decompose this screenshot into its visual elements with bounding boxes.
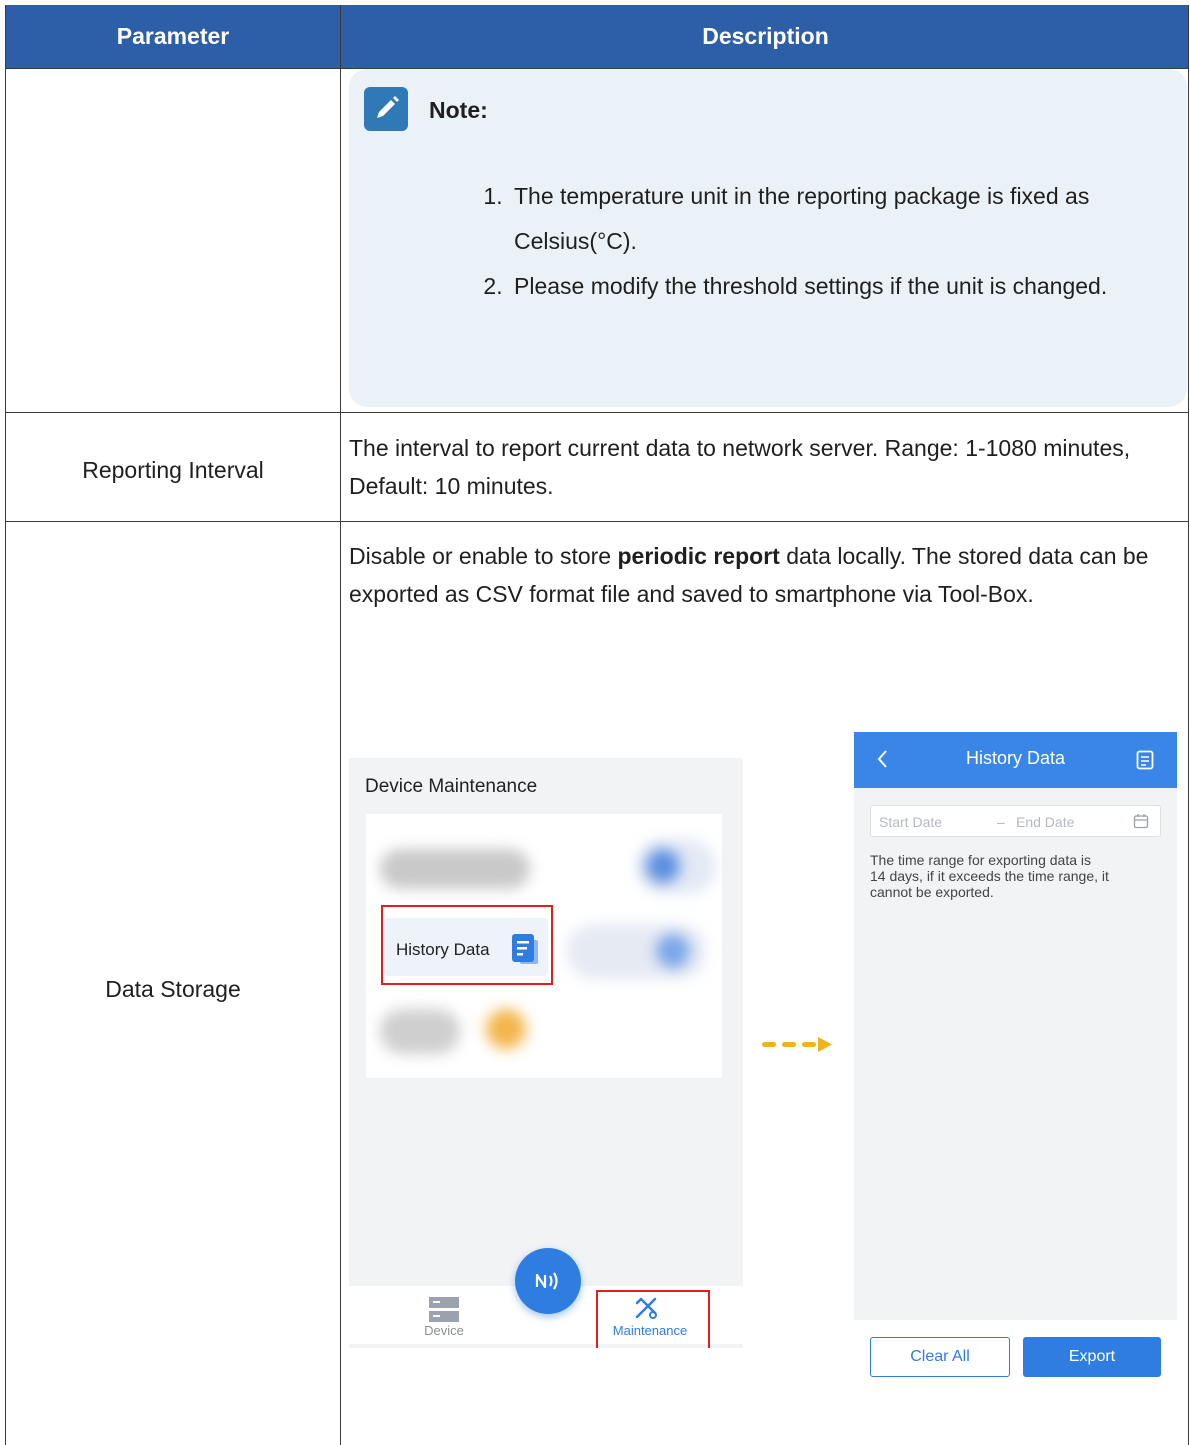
param-reporting-interval: Reporting Interval: [82, 457, 264, 483]
history-data-highlight: [381, 905, 553, 985]
device-maintenance-screenshot: Device Maintenance History Data Device M…: [349, 758, 743, 1348]
note-item: Please modify the threshold settings if …: [509, 264, 1187, 309]
app-bar: History Data: [854, 732, 1177, 788]
nfc-button[interactable]: [515, 1248, 581, 1314]
content-area: Start Date – End Date The time range for…: [854, 788, 1177, 1320]
desc-reporting-interval: The interval to report current data to n…: [349, 435, 1131, 499]
desc-text: Disable or enable to store: [349, 543, 618, 569]
nav-device-label: Device: [424, 1323, 464, 1338]
info-line: The time range for exporting data is: [870, 852, 1092, 868]
header-parameter: Parameter: [116, 23, 230, 49]
blurred-item: [656, 934, 690, 968]
maintenance-highlight: [596, 1290, 710, 1348]
app-bar-title: History Data: [965, 748, 1066, 768]
row-divider: [6, 521, 1188, 522]
calendar-icon[interactable]: [1133, 813, 1149, 829]
column-divider: [340, 5, 341, 1445]
section-title: Device Maintenance: [365, 776, 538, 797]
blurred-item: [646, 849, 680, 883]
parameter-table: Parameter Description Note: The temperat…: [5, 5, 1189, 1445]
header-description: Description: [702, 23, 829, 49]
param-data-storage: Data Storage: [105, 976, 241, 1002]
blurred-item: [380, 1009, 460, 1054]
history-data-screenshot: History Data Start Date – End Date The t…: [854, 732, 1177, 1382]
info-line: cannot be exported.: [870, 884, 994, 900]
row-divider: [6, 412, 1188, 413]
nfc-icon: [532, 1267, 564, 1295]
server-icon: [429, 1297, 459, 1323]
end-date-input[interactable]: End Date: [1016, 814, 1074, 830]
pencil-note-icon: [364, 87, 408, 131]
desc-bold-text: periodic report: [617, 543, 780, 569]
note-title: Note:: [429, 97, 488, 123]
blurred-item: [486, 1009, 526, 1049]
blurred-item: [380, 849, 530, 889]
file-list-icon[interactable]: [1136, 750, 1154, 770]
dashed-arrow-icon: [762, 1034, 834, 1054]
clear-all-button[interactable]: Clear All: [870, 1337, 1010, 1377]
desc-data-storage: Disable or enable to store periodic repo…: [349, 537, 1181, 613]
date-range-picker[interactable]: Start Date – End Date: [870, 805, 1161, 837]
table-header: Parameter Description: [6, 5, 1188, 69]
start-date-input[interactable]: Start Date: [879, 814, 942, 830]
export-button[interactable]: Export: [1023, 1337, 1161, 1377]
info-line: 14 days, if it exceeds the time range, i…: [870, 868, 1109, 884]
note-list: The temperature unit in the reporting pa…: [349, 174, 1187, 309]
note-box: Note: The temperature unit in the report…: [349, 69, 1187, 407]
export-range-info: The time range for exporting data is 14 …: [870, 852, 1165, 900]
date-separator: –: [997, 814, 1005, 830]
note-item: The temperature unit in the reporting pa…: [509, 174, 1187, 264]
